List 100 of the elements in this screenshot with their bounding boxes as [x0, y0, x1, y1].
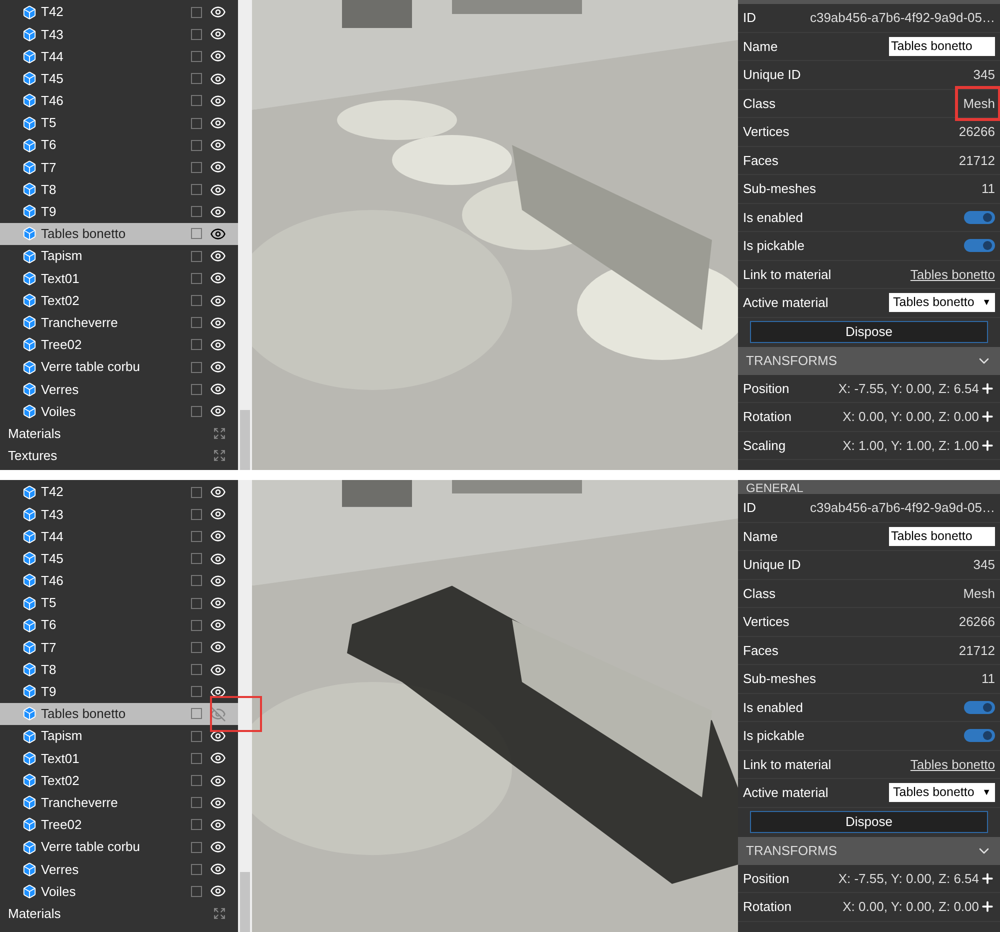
- checkbox[interactable]: [191, 819, 202, 830]
- scrollbar-thumb[interactable]: [240, 410, 250, 470]
- checkbox[interactable]: [191, 295, 202, 306]
- section-header[interactable]: TRANSFORMS: [738, 346, 1000, 374]
- checkbox[interactable]: [191, 228, 202, 240]
- eye-icon[interactable]: [210, 750, 226, 766]
- eye-off-icon[interactable]: [210, 706, 226, 722]
- tree-item[interactable]: T46: [0, 90, 238, 112]
- checkbox[interactable]: [191, 797, 202, 808]
- tree-item[interactable]: T8: [0, 658, 238, 681]
- checkbox[interactable]: [191, 708, 202, 720]
- material-link[interactable]: Tables bonetto: [910, 754, 995, 774]
- eye-icon[interactable]: [210, 92, 226, 109]
- eye-icon[interactable]: [210, 292, 226, 309]
- eye-icon[interactable]: [210, 572, 226, 589]
- checkbox[interactable]: [191, 6, 202, 18]
- tree-item[interactable]: T42: [0, 1, 238, 24]
- toggle-switch[interactable]: [964, 210, 995, 224]
- eye-icon[interactable]: [210, 794, 226, 811]
- checkbox[interactable]: [191, 206, 202, 218]
- tree-item[interactable]: Text01: [0, 747, 238, 770]
- checkbox[interactable]: [191, 575, 202, 586]
- name-field[interactable]: Tables bonetto: [889, 36, 995, 56]
- checkbox[interactable]: [191, 598, 202, 609]
- checkbox[interactable]: [191, 530, 202, 542]
- material-select[interactable]: Tables bonetto ▼: [889, 783, 995, 802]
- eye-icon[interactable]: [210, 248, 226, 264]
- eye-icon[interactable]: [210, 772, 226, 789]
- material-select[interactable]: Tables bonetto ▼: [889, 293, 995, 312]
- tree-item[interactable]: Tables bonetto: [0, 702, 238, 726]
- eye-icon[interactable]: [210, 70, 226, 87]
- tree-item[interactable]: T7: [0, 156, 238, 178]
- eye-icon[interactable]: [210, 662, 226, 678]
- toggle-switch[interactable]: [964, 700, 995, 714]
- checkbox[interactable]: [191, 28, 202, 40]
- tree-item[interactable]: Verres: [0, 858, 238, 880]
- tree-item[interactable]: Tables bonetto: [0, 222, 238, 246]
- checkbox[interactable]: [191, 864, 202, 875]
- tree-item[interactable]: Trancheverre: [0, 792, 238, 814]
- tree-item[interactable]: T6: [0, 134, 238, 156]
- tree-item[interactable]: Text01: [0, 267, 238, 290]
- eye-icon[interactable]: [210, 226, 226, 242]
- expand-icon[interactable]: [213, 907, 226, 920]
- checkbox[interactable]: [191, 508, 202, 520]
- tree-item[interactable]: Verre table corbu: [0, 836, 238, 858]
- eye-icon[interactable]: [210, 314, 226, 331]
- tree-item[interactable]: T46: [0, 570, 238, 592]
- name-field[interactable]: Tables bonetto: [889, 526, 995, 546]
- eye-icon[interactable]: [210, 883, 226, 900]
- tree-item[interactable]: Tapism: [0, 245, 238, 268]
- checkbox[interactable]: [191, 50, 202, 62]
- toggle-switch[interactable]: [964, 239, 995, 252]
- tree-item[interactable]: T5: [0, 592, 238, 614]
- eye-icon[interactable]: [210, 270, 226, 286]
- checkbox[interactable]: [191, 140, 202, 151]
- plus-icon[interactable]: [980, 409, 995, 424]
- eye-icon[interactable]: [210, 550, 226, 567]
- eye-icon[interactable]: [210, 839, 226, 856]
- section-label[interactable]: Materials: [8, 904, 213, 924]
- tree-item[interactable]: T44: [0, 45, 238, 68]
- checkbox[interactable]: [191, 272, 202, 284]
- tree-item[interactable]: T9: [0, 200, 238, 223]
- section-header[interactable]: GENERAL: [738, 480, 1000, 494]
- plus-icon[interactable]: [980, 870, 995, 886]
- checkbox[interactable]: [191, 775, 202, 786]
- tree-item[interactable]: Text02: [0, 289, 238, 312]
- tree-item[interactable]: T9: [0, 680, 238, 703]
- eye-icon[interactable]: [210, 48, 226, 64]
- checkbox[interactable]: [191, 553, 202, 564]
- eye-icon[interactable]: [210, 639, 226, 656]
- tree-item[interactable]: T42: [0, 481, 238, 504]
- tree-item[interactable]: T8: [0, 178, 238, 201]
- checkbox[interactable]: [191, 339, 202, 350]
- checkbox[interactable]: [191, 664, 202, 676]
- eye-icon[interactable]: [210, 861, 226, 878]
- tree-item[interactable]: T43: [0, 503, 238, 526]
- eye-icon[interactable]: [210, 381, 226, 398]
- eye-icon[interactable]: [210, 4, 226, 20]
- eye-icon[interactable]: [210, 816, 226, 833]
- tree-item[interactable]: Tree02: [0, 814, 238, 836]
- checkbox[interactable]: [191, 886, 202, 897]
- tree-item[interactable]: T45: [0, 548, 238, 570]
- section-header[interactable]: TRANSFORMS: [738, 836, 1000, 864]
- plus-icon[interactable]: [980, 899, 995, 914]
- dispose-button[interactable]: Dispose: [750, 321, 988, 343]
- tree-item[interactable]: T45: [0, 68, 238, 90]
- checkbox[interactable]: [191, 620, 202, 631]
- scrollbar-thumb[interactable]: [240, 872, 250, 932]
- tree-item[interactable]: Tree02: [0, 334, 238, 356]
- tree-item[interactable]: Tapism: [0, 725, 238, 748]
- tree-item[interactable]: T43: [0, 23, 238, 46]
- tree-item[interactable]: T44: [0, 525, 238, 548]
- eye-icon[interactable]: [210, 506, 226, 522]
- eye-icon[interactable]: [210, 528, 226, 544]
- eye-icon[interactable]: [210, 617, 226, 634]
- checkbox[interactable]: [191, 184, 202, 196]
- checkbox[interactable]: [191, 752, 202, 764]
- eye-icon[interactable]: [210, 595, 226, 612]
- tree-item[interactable]: Voiles: [0, 400, 238, 423]
- eye-icon[interactable]: [210, 336, 226, 353]
